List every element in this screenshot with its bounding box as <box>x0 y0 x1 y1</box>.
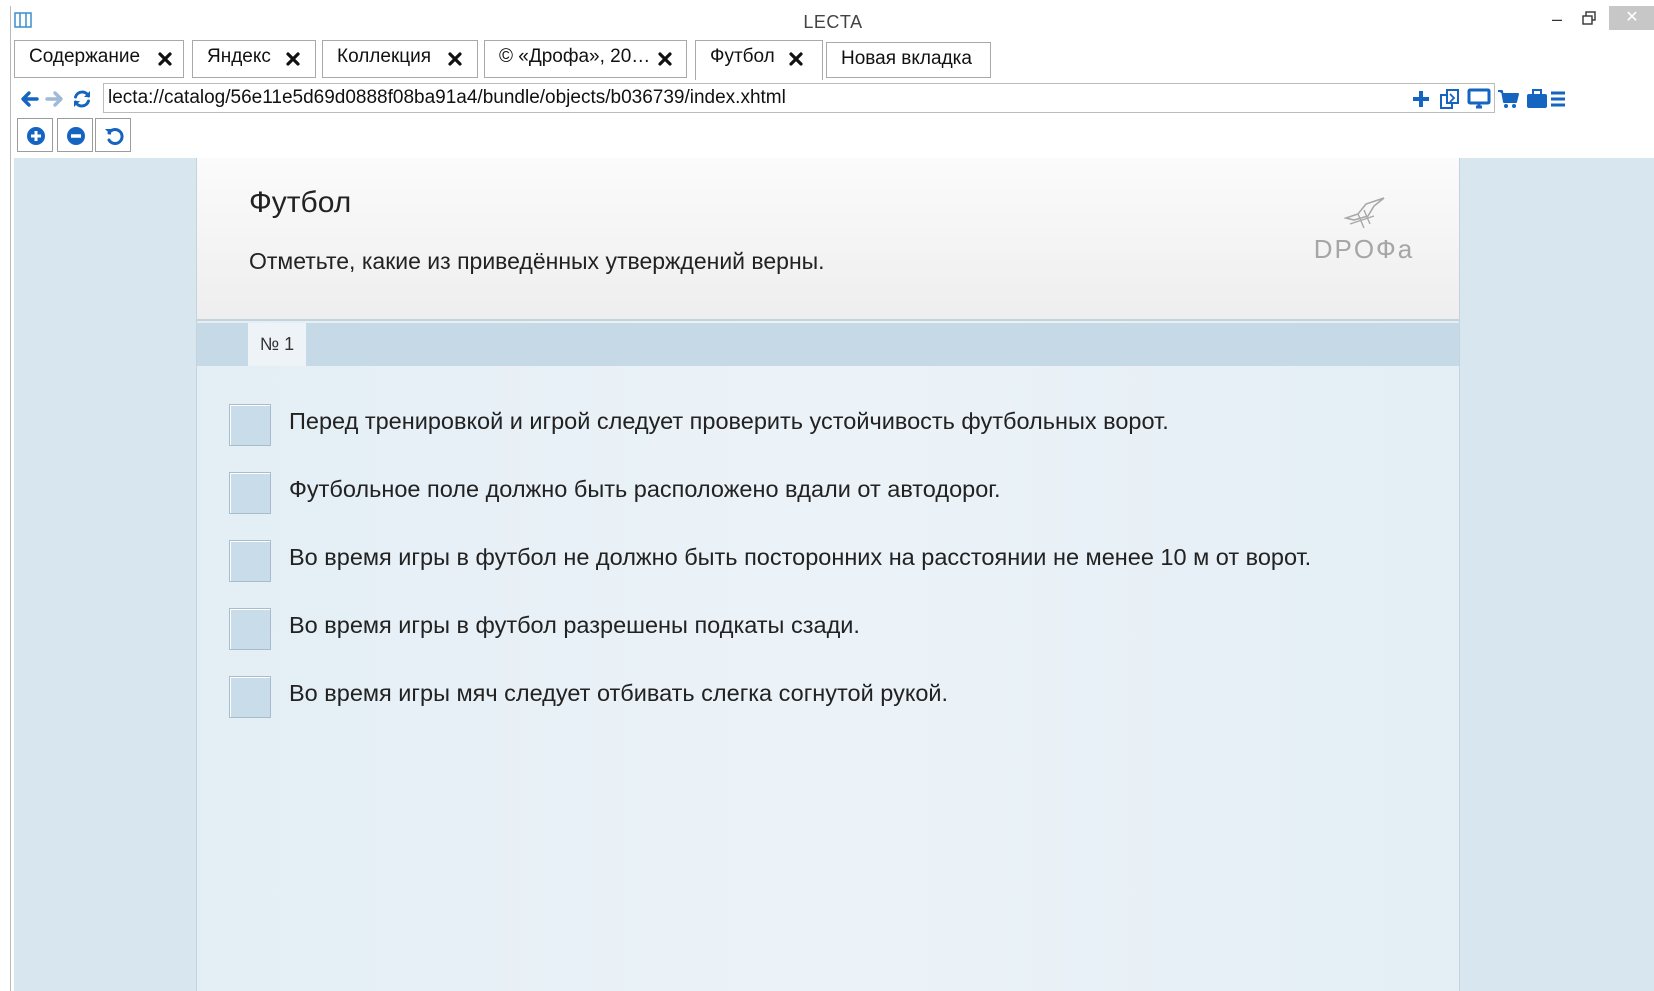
address-input[interactable] <box>103 83 1495 113</box>
page-title: Футбол <box>249 186 352 219</box>
restore-icon[interactable] <box>1581 10 1597 26</box>
option-text: Футбольное поле должно быть расположено … <box>289 476 1001 502</box>
close-icon[interactable] <box>447 51 463 67</box>
tab-label: Футбол <box>710 46 775 67</box>
tab-drofa[interactable]: © «Дрофа», 20… <box>484 40 687 78</box>
tab-label: Содержание <box>29 46 141 67</box>
option-checkbox[interactable] <box>229 404 271 446</box>
option-item: Перед тренировкой и игрой следует провер… <box>229 404 1429 448</box>
option-checkbox[interactable] <box>229 540 271 582</box>
option-text: Во время игры в футбол не должно быть по… <box>289 544 1312 570</box>
tab-bar: Содержание Яндекс Коллекция © «Дрофа», 2… <box>11 36 1654 80</box>
arrow-right-icon[interactable] <box>44 88 66 110</box>
option-text: Во время игры в футбол разрешены подкаты… <box>289 612 860 638</box>
tab-label: Коллекция <box>337 46 432 67</box>
publisher-logo: DPOФa <box>1309 194 1419 270</box>
option-checkbox[interactable] <box>229 472 271 514</box>
option-item: Во время игры в футбол разрешены подкаты… <box>229 608 1429 652</box>
task-header: Футбол Отметьте, какие из приведённых ут… <box>197 158 1459 321</box>
menu-icon[interactable] <box>1551 88 1565 110</box>
address-row <box>11 80 1654 116</box>
arrow-left-icon[interactable] <box>18 88 40 110</box>
option-text: Перед тренировкой и игрой следует провер… <box>289 408 1169 434</box>
zoom-in-button[interactable] <box>17 118 53 152</box>
content-area: Футбол Отметьте, какие из приведённых ут… <box>14 158 1654 991</box>
tab-contents[interactable]: Содержание <box>14 40 184 78</box>
tab-label: © «Дрофа», 20… <box>499 46 651 67</box>
reset-icon <box>105 128 124 145</box>
window-title: LECTA <box>803 12 863 32</box>
zoom-in-icon <box>27 127 45 145</box>
publisher-name: DPOФa <box>1313 234 1415 264</box>
tab-label: Новая вкладка <box>841 48 972 69</box>
briefcase-icon[interactable] <box>1525 88 1549 110</box>
option-item: Во время игры в футбол не должно быть по… <box>229 540 1429 584</box>
option-checkbox[interactable] <box>229 608 271 650</box>
title-bar: LECTA – ✕ <box>11 6 1654 36</box>
task-number-strip: № 1 <box>197 323 1459 366</box>
option-checkbox[interactable] <box>229 676 271 718</box>
tab-new[interactable]: Новая вкладка <box>826 42 991 78</box>
bird-logo-icon <box>1344 197 1385 229</box>
close-icon[interactable] <box>788 51 804 67</box>
option-text: Во время игры мяч следует отбивать слегк… <box>289 680 949 706</box>
browser-window: LECTA – ✕ Содержание Яндекс Коллекция © … <box>10 6 1654 991</box>
close-window-button[interactable]: ✕ <box>1609 6 1654 30</box>
task-instruction: Отметьте, какие из приведённых утвержден… <box>249 248 825 274</box>
task-card: Футбол Отметьте, какие из приведённых ут… <box>196 158 1460 991</box>
task-number-tab[interactable]: № 1 <box>248 323 306 366</box>
cart-icon[interactable] <box>1497 88 1521 110</box>
close-icon[interactable] <box>285 51 301 67</box>
bookmarks-icon[interactable] <box>1438 88 1462 110</box>
minimize-button[interactable]: – <box>1546 8 1568 30</box>
tab-football[interactable]: Футбол <box>695 40 823 80</box>
monitor-icon[interactable] <box>1467 88 1491 110</box>
plus-icon[interactable] <box>1409 88 1433 110</box>
tab-collection[interactable]: Коллекция <box>322 40 478 78</box>
zoom-out-icon <box>67 127 85 145</box>
tab-label: Яндекс <box>207 46 271 67</box>
option-item: Во время игры мяч следует отбивать слегк… <box>229 676 1429 720</box>
refresh-icon[interactable] <box>71 88 93 110</box>
zoom-out-button[interactable] <box>57 118 93 152</box>
close-icon[interactable] <box>657 51 673 67</box>
tab-yandex[interactable]: Яндекс <box>192 40 316 78</box>
close-icon[interactable] <box>157 51 173 67</box>
zoom-reset-button[interactable] <box>95 118 131 152</box>
option-item: Футбольное поле должно быть расположено … <box>229 472 1429 516</box>
